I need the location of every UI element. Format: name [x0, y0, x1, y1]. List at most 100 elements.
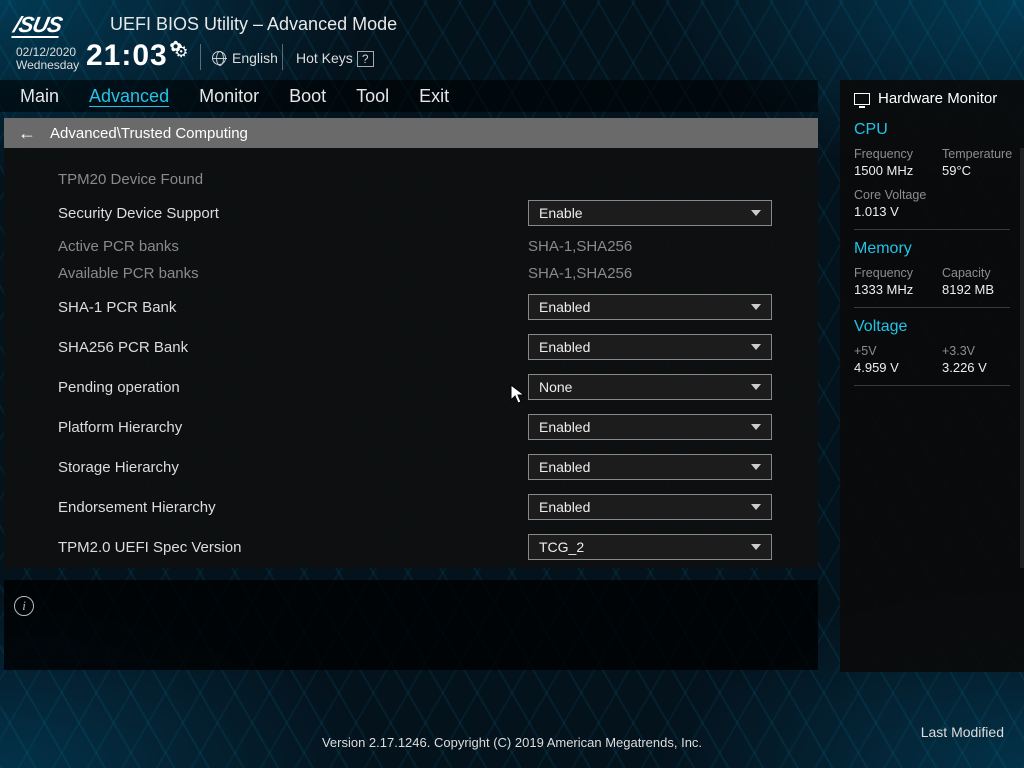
main-tabs: Main Advanced Monitor Boot Tool Exit: [0, 80, 818, 112]
select-value: Enabled: [539, 459, 590, 475]
setting-row: Security Device Support Enable: [58, 193, 796, 233]
asus-logo: /SUS: [11, 12, 64, 38]
select-value: TCG_2: [539, 539, 584, 555]
setting-label: TPM2.0 UEFI Spec Version: [58, 539, 528, 556]
separator: [282, 44, 283, 70]
tab-advanced[interactable]: Advanced: [89, 86, 169, 107]
monitor-icon: [854, 93, 870, 105]
select-value: Enabled: [539, 339, 590, 355]
select-platform-hierarchy[interactable]: Enabled: [528, 414, 772, 440]
tab-tool[interactable]: Tool: [356, 86, 389, 107]
setting-row: SHA-1 PCR Bank Enabled: [58, 287, 796, 327]
gear-icon[interactable]: ⚙: [174, 42, 188, 62]
setting-label: Storage Hierarchy: [58, 459, 528, 476]
cpu-temp-label: Temperature: [942, 147, 1020, 161]
help-panel: [4, 580, 818, 670]
setting-row: Platform Hierarchy Enabled: [58, 407, 796, 447]
chevron-down-icon: [751, 464, 761, 470]
breadcrumb-text: Advanced\Trusted Computing: [50, 125, 248, 142]
language-selector[interactable]: English: [212, 50, 278, 66]
sidebar-title-text: Hardware Monitor: [878, 90, 997, 107]
select-sha256-pcr-bank[interactable]: Enabled: [528, 334, 772, 360]
globe-icon: [212, 51, 226, 65]
setting-label: Active PCR banks: [58, 238, 528, 255]
setting-row: SHA256 PCR Bank Enabled: [58, 327, 796, 367]
language-label: English: [232, 50, 278, 66]
select-storage-hierarchy[interactable]: Enabled: [528, 454, 772, 480]
footer-bar: Version 2.17.1246. Copyright (C) 2019 Am…: [0, 716, 1024, 768]
chevron-down-icon: [751, 344, 761, 350]
setting-row: Available PCR banks SHA-1,SHA256: [58, 260, 796, 287]
tab-boot[interactable]: Boot: [289, 86, 326, 107]
hotkeys-button[interactable]: Hot Keys?: [296, 50, 374, 67]
divider: [854, 385, 1010, 386]
chevron-down-icon: [751, 384, 761, 390]
setting-row: Storage Hierarchy Enabled: [58, 447, 796, 487]
info-icon: i: [14, 596, 34, 616]
breadcrumb-bar[interactable]: ← Advanced\Trusted Computing: [4, 118, 818, 148]
setting-row: Active PCR banks SHA-1,SHA256: [58, 233, 796, 260]
chevron-down-icon: [751, 210, 761, 216]
help-icon: ?: [357, 51, 374, 67]
mem-cap-label: Capacity: [942, 266, 1020, 280]
date-display: 02/12/2020 Wednesday: [16, 46, 79, 72]
top-bar: /SUS UEFI BIOS Utility – Advanced Mode 0…: [0, 0, 1024, 80]
select-value: None: [539, 379, 572, 395]
divider: [854, 229, 1010, 230]
tab-exit[interactable]: Exit: [419, 86, 449, 107]
clock[interactable]: 21:03✿: [86, 38, 182, 73]
setting-row: Endorsement Hierarchy Enabled: [58, 487, 796, 527]
setting-row: Pending operation None: [58, 367, 796, 407]
tab-main[interactable]: Main: [20, 86, 59, 107]
setting-label: SHA-1 PCR Bank: [58, 299, 528, 316]
select-endorsement-hierarchy[interactable]: Enabled: [528, 494, 772, 520]
chevron-down-icon: [751, 424, 761, 430]
setting-label: Available PCR banks: [58, 265, 528, 282]
setting-value: SHA-1,SHA256: [528, 238, 632, 255]
time-text: 21:03: [86, 39, 168, 72]
select-value: Enabled: [539, 419, 590, 435]
setting-label: Platform Hierarchy: [58, 419, 528, 436]
cpu-freq-label: Frequency: [854, 147, 932, 161]
setting-label: Security Device Support: [58, 205, 528, 222]
volt-5v-value: 4.959 V: [854, 360, 932, 375]
core-voltage-label: Core Voltage: [854, 188, 932, 202]
select-value: Enabled: [539, 499, 590, 515]
chevron-down-icon: [751, 504, 761, 510]
hardware-monitor-panel: Hardware Monitor CPU Frequency 1500 MHz T…: [840, 80, 1024, 672]
volt-3v-value: 3.226 V: [942, 360, 1020, 375]
sidebar-title: Hardware Monitor: [854, 90, 1010, 107]
setting-value: SHA-1,SHA256: [528, 265, 632, 282]
copyright-text: Version 2.17.1246. Copyright (C) 2019 Am…: [322, 735, 702, 750]
select-tpm-uefi-spec[interactable]: TCG_2: [528, 534, 772, 560]
setting-label: Pending operation: [58, 379, 528, 396]
mem-cap-value: 8192 MB: [942, 282, 1020, 297]
section-cpu: CPU: [854, 121, 1010, 139]
cpu-freq-value: 1500 MHz: [854, 163, 932, 178]
chevron-down-icon: [751, 544, 761, 550]
divider: [854, 307, 1010, 308]
volt-3v-label: +3.3V: [942, 344, 1020, 358]
select-value: Enabled: [539, 299, 590, 315]
cpu-temp-value: 59°C: [942, 163, 1020, 178]
settings-panel: TPM20 Device Found Security Device Suppo…: [4, 148, 818, 568]
select-pending-operation[interactable]: None: [528, 374, 772, 400]
core-voltage-value: 1.013 V: [854, 204, 932, 219]
weekday-text: Wednesday: [16, 59, 79, 72]
section-voltage: Voltage: [854, 318, 1010, 336]
tab-monitor[interactable]: Monitor: [199, 86, 259, 107]
hotkeys-label: Hot Keys: [296, 50, 353, 66]
select-security-device-support[interactable]: Enable: [528, 200, 772, 226]
setting-label: SHA256 PCR Bank: [58, 339, 528, 356]
mem-freq-value: 1333 MHz: [854, 282, 932, 297]
separator: [200, 44, 201, 70]
volt-5v-label: +5V: [854, 344, 932, 358]
mem-freq-label: Frequency: [854, 266, 932, 280]
select-value: Enable: [539, 205, 583, 221]
select-sha1-pcr-bank[interactable]: Enabled: [528, 294, 772, 320]
chevron-down-icon: [751, 304, 761, 310]
section-memory: Memory: [854, 240, 1010, 258]
app-title: UEFI BIOS Utility – Advanced Mode: [110, 14, 397, 35]
back-arrow-icon[interactable]: ←: [18, 123, 36, 144]
setting-row: TPM2.0 UEFI Spec Version TCG_2: [58, 527, 796, 567]
